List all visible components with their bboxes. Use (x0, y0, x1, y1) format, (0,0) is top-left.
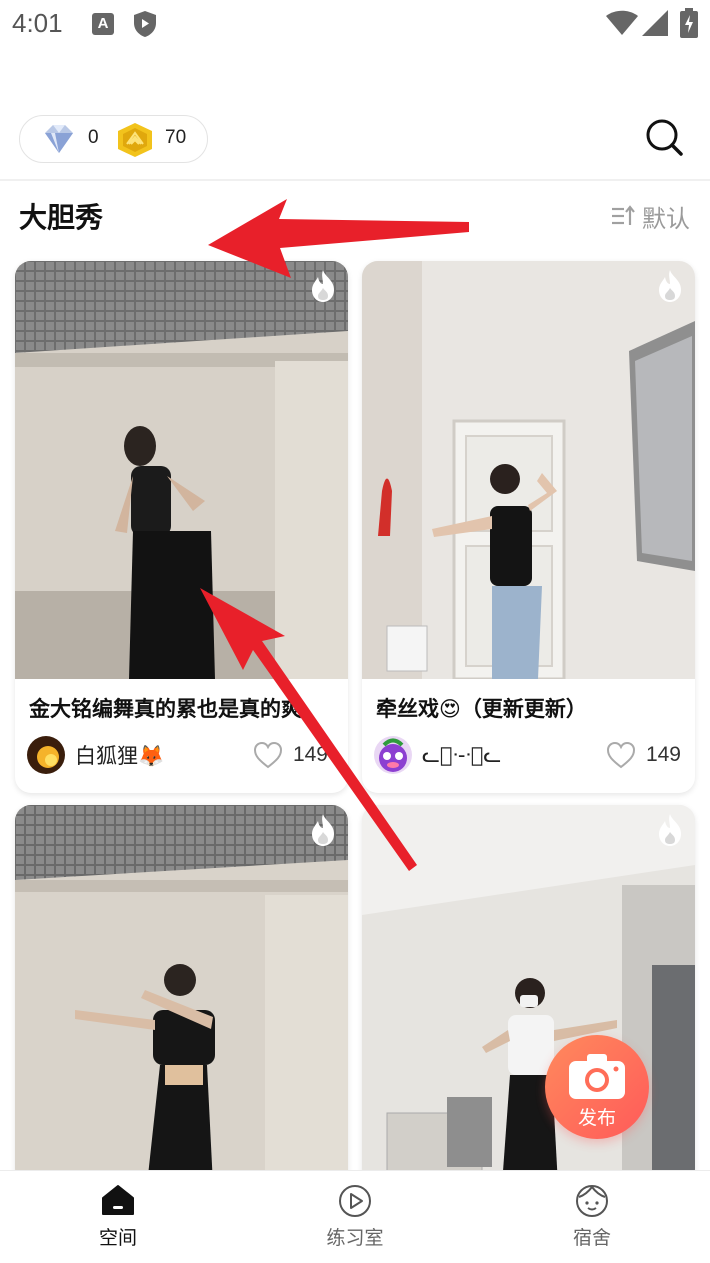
play-circle-icon (339, 1185, 371, 1217)
currency-balance[interactable]: 0 70 (19, 115, 208, 163)
nav-tab-space[interactable]: 空间 (58, 1171, 178, 1263)
video-thumbnail[interactable] (362, 261, 695, 679)
coin-icon (118, 123, 152, 157)
shield-icon (134, 11, 156, 37)
heart-icon (606, 741, 635, 769)
battery-charging-icon (680, 8, 698, 38)
video-card[interactable] (15, 805, 348, 1185)
hot-flame-icon (659, 270, 681, 302)
video-thumbnail[interactable] (15, 261, 348, 679)
like-button[interactable]: 149 (606, 739, 681, 771)
nav-label: 空间 (98, 1227, 137, 1249)
avatar[interactable] (374, 736, 412, 774)
like-count: 149 (292, 743, 328, 766)
sort-icon (612, 205, 635, 225)
publish-button[interactable]: 发布 (545, 1035, 649, 1139)
wifi-icon (606, 10, 638, 35)
nav-label: 练习室 (326, 1227, 384, 1249)
section-title: 大胆秀 (19, 201, 104, 234)
nav-tab-dorm[interactable]: 宿舍 (532, 1171, 652, 1263)
sort-button[interactable]: 默认 (610, 200, 690, 233)
header-divider (0, 179, 710, 181)
signal-icon (642, 10, 668, 36)
author-info[interactable]: 白狐狸🦊 (27, 735, 164, 775)
video-card[interactable]: 金大铭编舞真的累也是真的爽 白狐狸🦊 149 (15, 261, 348, 793)
camera-icon (569, 1054, 625, 1099)
hot-flame-icon (312, 270, 334, 302)
like-count: 149 (645, 743, 681, 766)
status-bar: 4:01 A (0, 0, 710, 48)
diamond-count: 0 (88, 127, 99, 148)
avatar[interactable] (27, 736, 65, 774)
search-icon[interactable] (644, 117, 684, 157)
hot-flame-icon (659, 814, 681, 846)
publish-label: 发布 (577, 1107, 616, 1129)
sort-label: 默认 (642, 204, 690, 233)
bottom-nav: 空间 练习室 宿舍 (0, 1170, 710, 1263)
home-icon (102, 1185, 134, 1215)
accessibility-notification-icon: A (92, 13, 114, 35)
video-card[interactable]: 牵丝戏😍（更新更新） ᓚ᷁ᐧ-ᐧ᷁ᓚ 149 (362, 261, 695, 793)
author-name: 白狐狸🦊 (75, 744, 165, 768)
heart-icon (253, 741, 282, 769)
nav-label: 宿舍 (572, 1227, 611, 1249)
like-button[interactable]: 149 (253, 739, 328, 771)
card-title: 金大铭编舞真的累也是真的爽 (29, 697, 302, 721)
face-icon (576, 1185, 608, 1217)
coin-count: 70 (165, 127, 187, 148)
nav-tab-practice-room[interactable]: 练习室 (295, 1171, 415, 1263)
hot-flame-icon (312, 814, 334, 846)
status-time: 4:01 (12, 8, 63, 38)
video-thumbnail[interactable] (15, 805, 348, 1185)
card-title: 牵丝戏😍（更新更新） (376, 697, 587, 721)
author-name: ᓚ᷁ᐧ-ᐧ᷁ᓚ (422, 743, 502, 767)
author-info[interactable]: ᓚ᷁ᐧ-ᐧ᷁ᓚ (374, 735, 501, 775)
diamond-icon (45, 125, 73, 153)
